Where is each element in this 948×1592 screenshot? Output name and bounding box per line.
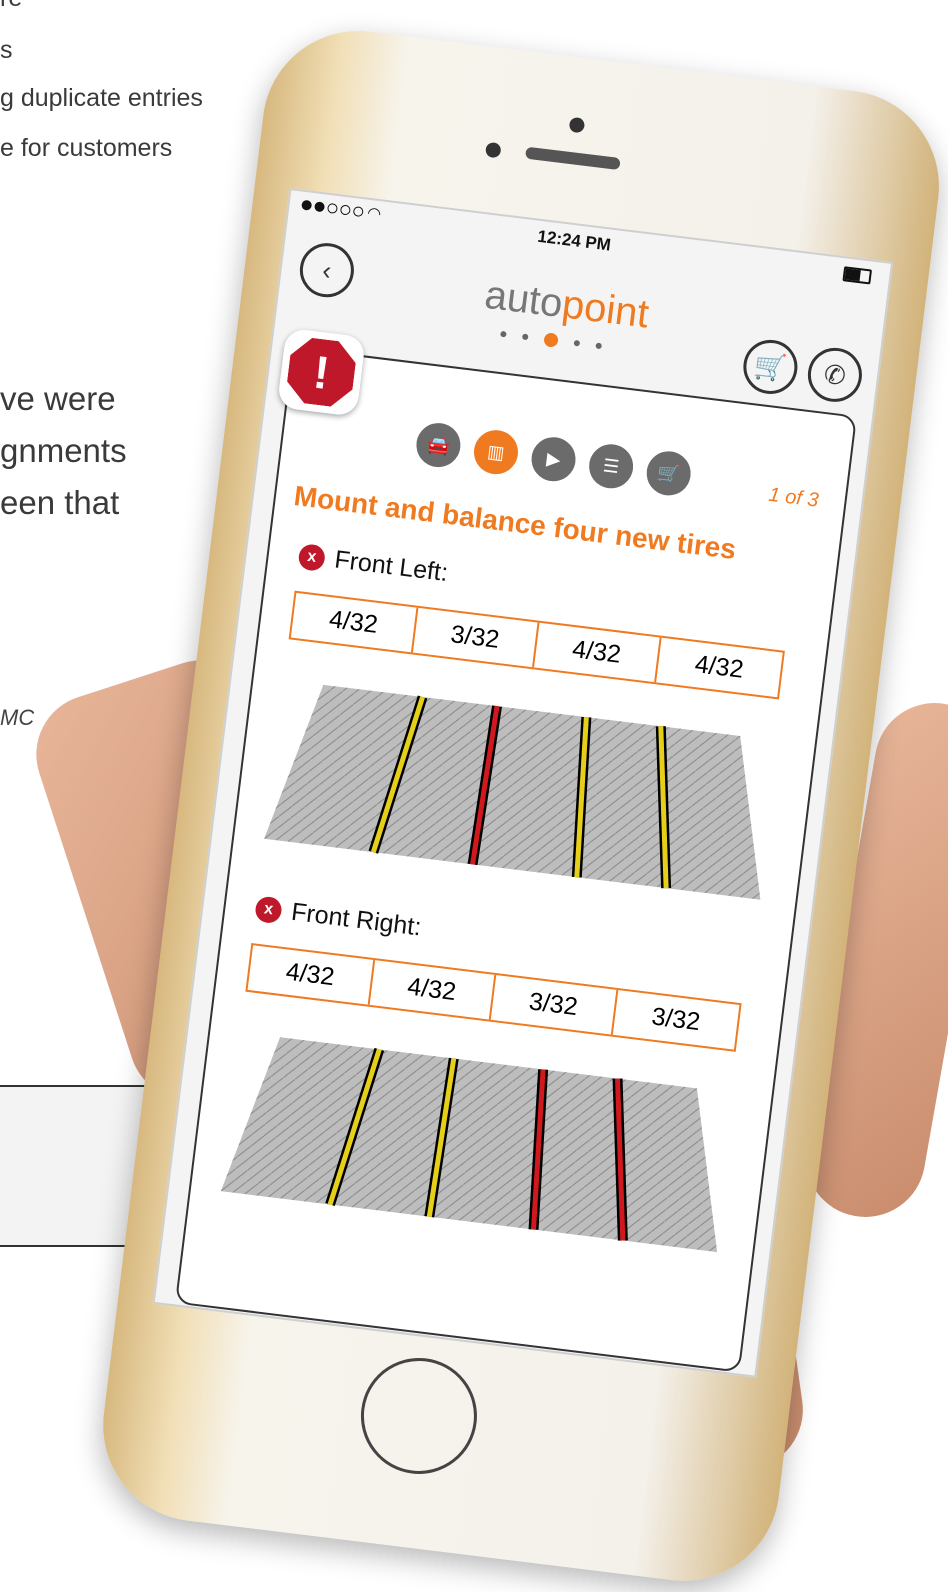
tab-video[interactable]: ▶ [529, 434, 579, 484]
proximity-sensor-icon [484, 141, 502, 159]
cart-icon: 🛒 [752, 349, 789, 384]
status-bar: ◠ 12:24 PM [288, 190, 891, 293]
call-button[interactable]: ✆ [804, 344, 866, 405]
tread-reading: 4/32 [290, 592, 418, 653]
status-time: 12:24 PM [536, 226, 612, 255]
close-icon[interactable]: x [254, 894, 284, 924]
logo-text-point: point [559, 282, 652, 337]
background-bullet-1: s [0, 36, 13, 64]
page-indicator [500, 327, 603, 353]
wifi-icon: ◠ [366, 204, 383, 224]
background-text-fragment-top: re [0, 0, 22, 13]
tread-reading: 4/32 [247, 945, 375, 1005]
tire-label-front-left: x Front Left: [297, 541, 450, 588]
tire-label-front-right: x Front Right: [254, 893, 423, 942]
battery-icon [842, 266, 873, 285]
cart-icon: 🛒 [656, 461, 682, 485]
earpiece-speaker [524, 146, 621, 171]
background-bullet-2: g duplicate entries [0, 84, 203, 112]
tab-tread-gauge[interactable]: ▥ [471, 427, 521, 477]
close-icon[interactable]: x [297, 542, 327, 572]
logo-text-auto: auto [482, 272, 566, 326]
background-paragraph-line-1: ve were [0, 380, 116, 417]
home-button[interactable] [354, 1351, 484, 1481]
cart-button[interactable]: 🛒 [740, 336, 801, 398]
car-icon: 🚘 [426, 433, 451, 456]
tread-reading: 3/32 [650, 1002, 702, 1037]
page-dot[interactable] [521, 333, 529, 341]
background-paragraph-line-3: een that [0, 484, 120, 521]
tire-label-text: Front Right: [289, 897, 423, 942]
chevron-left-icon: ‹ [320, 254, 334, 286]
background-paragraph-line-2: gnments [0, 432, 127, 469]
background-bullet-3: e for customers [0, 134, 173, 162]
signal-strength-icon [301, 199, 364, 218]
tire-label-text: Front Left: [333, 545, 450, 588]
page-dot[interactable] [595, 342, 603, 350]
background-caption: MC [0, 705, 35, 730]
phone-icon: ✆ [822, 358, 848, 391]
back-button[interactable]: ‹ [296, 240, 357, 301]
play-icon: ▶ [545, 447, 562, 470]
tread-reading: 3/32 [412, 607, 540, 668]
tread-reading: 4/32 [534, 622, 662, 683]
front-camera-icon [568, 116, 586, 134]
tread-reading: 4/32 [693, 650, 746, 684]
alert-badge: ! [276, 327, 366, 417]
document-icon: ☰ [601, 454, 621, 477]
phone-screen: ◠ 12:24 PM ‹ autopoint 🛒 ✆ ! 🚘 ▥ ▶ ☰ 🛒 1… [152, 188, 894, 1378]
tread-reading: 3/32 [490, 975, 618, 1035]
page-dot[interactable] [573, 339, 581, 347]
page-counter: 1 of 3 [767, 483, 820, 512]
page-dot[interactable] [500, 330, 507, 338]
tire-tread-image-front-left [264, 684, 761, 900]
page-dot-active[interactable] [543, 332, 559, 348]
tab-document[interactable]: ☰ [586, 441, 636, 491]
phone-body: ◠ 12:24 PM ‹ autopoint 🛒 ✆ ! 🚘 ▥ ▶ ☰ 🛒 1… [92, 20, 948, 1592]
tread-reading: 4/32 [369, 960, 497, 1020]
service-card: ! 🚘 ▥ ▶ ☰ 🛒 1 of 3 Mount and balance fou… [174, 327, 858, 1373]
tire-tread-image-front-right [220, 1037, 718, 1253]
alert-icon: ! [285, 336, 359, 410]
tab-car[interactable]: 🚘 [413, 420, 463, 470]
tab-cart[interactable]: 🛒 [644, 448, 694, 498]
category-tabs: 🚘 ▥ ▶ ☰ 🛒 [413, 420, 694, 498]
tread-gauge-icon: ▥ [486, 440, 506, 463]
